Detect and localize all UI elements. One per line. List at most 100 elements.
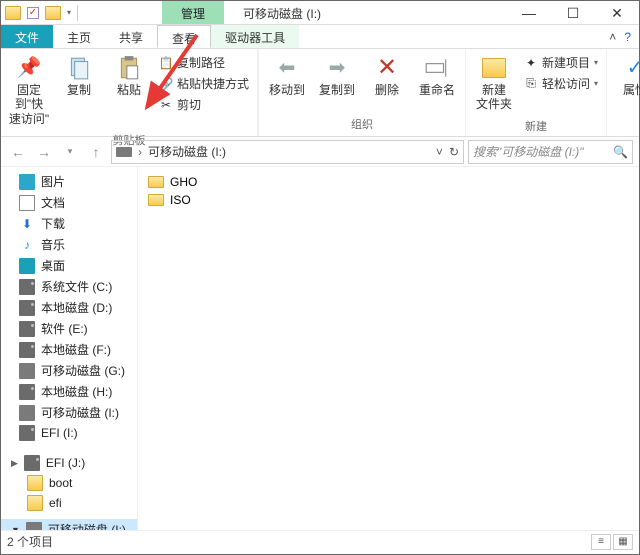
drive-icon <box>19 384 35 400</box>
nav-desktop[interactable]: 桌面 <box>1 255 137 276</box>
rename-button[interactable]: 重命名 <box>413 51 461 101</box>
copy-icon <box>65 55 93 81</box>
search-input[interactable]: 搜索"可移动磁盘 (I:)" 🔍 <box>468 140 633 164</box>
downloads-icon: ⬇ <box>19 216 35 232</box>
move-icon: ⬅ <box>273 55 301 81</box>
copy-path-button[interactable]: 📋复制路径 <box>157 53 251 72</box>
icons-view-button[interactable]: ▦ <box>613 534 633 550</box>
nav-drive-c[interactable]: 系统文件 (C:) <box>1 276 137 297</box>
properties-button[interactable]: ✓ 属性 <box>611 51 640 101</box>
tab-file[interactable]: 文件 <box>1 25 53 48</box>
tab-drive-tools[interactable]: 驱动器工具 <box>211 25 299 48</box>
delete-icon: ✕ <box>373 55 401 81</box>
drive-icon <box>19 300 35 316</box>
nav-efi-i[interactable]: EFI (I:) <box>1 423 137 443</box>
cut-button[interactable]: ✂剪切 <box>157 95 251 114</box>
rename-icon <box>423 55 451 81</box>
nav-efi-j[interactable]: ▶EFI (J:) <box>1 453 137 473</box>
move-to-button[interactable]: ⬅ 移动到 <box>263 51 311 101</box>
up-button[interactable]: ↑ <box>85 141 107 163</box>
navigation-pane[interactable]: 图片 文档 ⬇下载 ♪音乐 桌面 系统文件 (C:) 本地磁盘 (D:) 软件 … <box>1 167 138 530</box>
easy-access-button[interactable]: ⎘轻松访问▾ <box>522 74 600 93</box>
scissors-icon: ✂ <box>159 98 173 112</box>
breadcrumb-sep: › <box>138 145 142 159</box>
pictures-icon <box>19 174 35 190</box>
delete-button[interactable]: ✕ 删除 <box>363 51 411 101</box>
nav-boot-folder[interactable]: boot <box>1 473 137 493</box>
refresh-icon[interactable]: ↻ <box>449 145 459 159</box>
tab-share[interactable]: 共享 <box>105 25 157 48</box>
close-button[interactable]: ✕ <box>595 1 639 25</box>
desktop-icon <box>19 258 35 274</box>
nav-drive-i-2[interactable]: ▼可移动磁盘 (I:) <box>1 519 137 530</box>
main-area: 图片 文档 ⬇下载 ♪音乐 桌面 系统文件 (C:) 本地磁盘 (D:) 软件 … <box>1 167 639 530</box>
drive-icon <box>19 425 35 441</box>
new-item-button[interactable]: ✦新建项目▾ <box>522 53 600 72</box>
nav-drive-g[interactable]: 可移动磁盘 (G:) <box>1 360 137 381</box>
copy-to-button[interactable]: ➡ 复制到 <box>313 51 361 101</box>
separator <box>77 5 78 21</box>
folder-icon <box>45 5 61 21</box>
status-text: 2 个项目 <box>7 533 53 550</box>
path-icon: 📋 <box>159 56 173 70</box>
paste-button[interactable]: 粘贴 <box>105 51 153 101</box>
file-list[interactable]: GHO ISO <box>138 167 639 530</box>
new-folder-icon <box>480 55 508 81</box>
nav-drive-e[interactable]: 软件 (E:) <box>1 318 137 339</box>
easy-icon: ⎘ <box>524 77 538 91</box>
usb-icon <box>19 363 35 379</box>
ribbon-help: ˄ ? <box>609 25 639 48</box>
quick-access-toolbar: ✓ ▾ <box>1 1 82 24</box>
qat-dropdown-icon[interactable]: ▾ <box>67 8 71 17</box>
paste-shortcut-button[interactable]: 🔗粘贴快捷方式 <box>157 74 251 93</box>
pin-quick-access-button[interactable]: 📌 固定到"快 速访问" <box>5 51 53 130</box>
copyto-icon: ➡ <box>323 55 351 81</box>
shortcut-icon: 🔗 <box>159 77 173 91</box>
minimize-button[interactable]: — <box>507 1 551 25</box>
recent-dropdown[interactable]: ▾ <box>59 141 81 163</box>
search-icon[interactable]: 🔍 <box>613 145 628 159</box>
checkbox-icon[interactable]: ✓ <box>27 7 39 19</box>
list-item[interactable]: GHO <box>148 173 629 191</box>
address-box[interactable]: › 可移动磁盘 (I:) ˅ ↻ <box>111 140 464 164</box>
chevron-down-icon[interactable]: ▼ <box>11 525 20 531</box>
maximize-button[interactable]: ☐ <box>551 1 595 25</box>
nav-drive-i[interactable]: 可移动磁盘 (I:) <box>1 402 137 423</box>
tab-view[interactable]: 查看 <box>157 25 211 48</box>
back-button[interactable]: ← <box>7 141 29 163</box>
folder-icon <box>27 475 43 491</box>
copy-button[interactable]: 复制 <box>55 51 103 101</box>
tab-home[interactable]: 主页 <box>53 25 105 48</box>
drive-icon <box>19 321 35 337</box>
address-bar: ← → ▾ ↑ › 可移动磁盘 (I:) ˅ ↻ 搜索"可移动磁盘 (I:)" … <box>1 137 639 167</box>
nav-pictures[interactable]: 图片 <box>1 171 137 192</box>
group-clipboard: 📌 固定到"快 速访问" 复制 粘贴 📋复制路径 🔗粘贴快捷方式 ✂剪切 剪贴板 <box>1 49 258 136</box>
folder-icon <box>5 5 21 21</box>
window-controls: — ☐ ✕ <box>507 1 639 24</box>
drive-icon <box>19 279 35 295</box>
new-folder-button[interactable]: 新建 文件夹 <box>470 51 518 116</box>
contextual-tab-header: 管理 可移动磁盘 (I:) <box>162 1 340 24</box>
nav-efi-folder[interactable]: efi <box>1 493 137 513</box>
paste-icon <box>115 55 143 81</box>
folder-icon <box>148 176 164 188</box>
address-dropdown-icon[interactable]: ˅ <box>436 145 443 159</box>
nav-drive-f[interactable]: 本地磁盘 (F:) <box>1 339 137 360</box>
drive-icon <box>19 342 35 358</box>
nav-documents[interactable]: 文档 <box>1 192 137 213</box>
nav-downloads[interactable]: ⬇下载 <box>1 213 137 234</box>
list-item[interactable]: ISO <box>148 191 629 209</box>
collapse-ribbon-icon[interactable]: ˄ <box>609 30 616 44</box>
details-view-button[interactable]: ≡ <box>591 534 611 550</box>
forward-button[interactable]: → <box>33 141 55 163</box>
title-bar: ✓ ▾ 管理 可移动磁盘 (I:) — ☐ ✕ <box>1 1 639 25</box>
nav-drive-d[interactable]: 本地磁盘 (D:) <box>1 297 137 318</box>
nav-drive-h[interactable]: 本地磁盘 (H:) <box>1 381 137 402</box>
chevron-right-icon[interactable]: ▶ <box>11 458 18 469</box>
help-icon[interactable]: ? <box>624 30 631 44</box>
search-placeholder: 搜索"可移动磁盘 (I:)" <box>473 143 613 160</box>
nav-music[interactable]: ♪音乐 <box>1 234 137 255</box>
status-bar: 2 个项目 ≡ ▦ <box>1 530 639 552</box>
window-title: 可移动磁盘 (I:) <box>224 1 340 24</box>
breadcrumb[interactable]: 可移动磁盘 (I:) <box>148 143 226 160</box>
